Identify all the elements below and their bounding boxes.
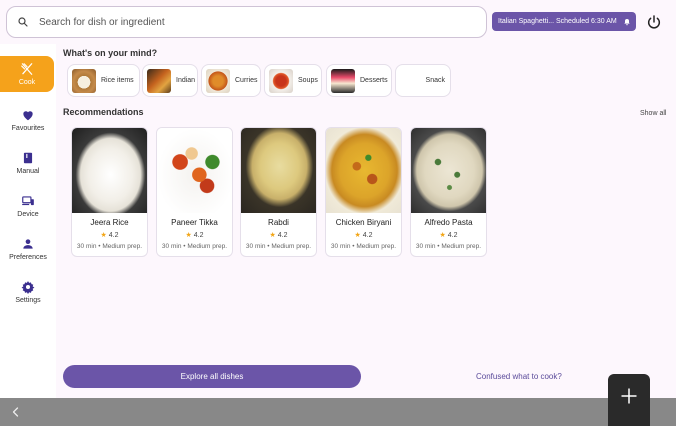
star-icon: ★ bbox=[185, 232, 192, 239]
search-input[interactable] bbox=[39, 16, 459, 28]
recipe-card-jeera-rice[interactable]: Jeera Rice ★ 4.2 30 min • Medium prep. bbox=[71, 127, 148, 257]
recipe-meta: 30 min • Medium prep. bbox=[76, 243, 143, 250]
devices-icon bbox=[22, 196, 34, 206]
desserts-thumbnail bbox=[331, 68, 355, 93]
category-chip-indian[interactable]: Indian bbox=[142, 64, 198, 97]
back-chevron-icon[interactable] bbox=[10, 405, 22, 419]
plus-icon bbox=[621, 388, 637, 404]
scheduled-dish-text: Italian Spaghetti... Scheduled 6:30 AM bbox=[498, 18, 617, 25]
sidebar-item-label: Favourites bbox=[11, 125, 45, 132]
scheduled-dish-badge[interactable]: Italian Spaghetti... Scheduled 6:30 AM bbox=[492, 12, 636, 31]
add-button[interactable] bbox=[608, 374, 650, 426]
sidebar-item-settings[interactable]: Settings bbox=[0, 274, 56, 310]
heart-icon bbox=[23, 111, 33, 121]
category-chip-rice-items[interactable]: Rice items bbox=[67, 64, 140, 97]
recipe-rating: ★ 4.2 bbox=[100, 232, 119, 239]
sidebar-item-label: Cook bbox=[18, 79, 36, 86]
recipe-card-rabdi[interactable]: Rabdi ★ 4.2 30 min • Medium prep. bbox=[240, 127, 317, 257]
sidebar-item-device[interactable]: Device bbox=[0, 188, 56, 224]
person-icon bbox=[23, 239, 33, 249]
category-chip-snack[interactable]: Snack bbox=[395, 64, 451, 97]
chip-label: Desserts bbox=[360, 77, 388, 84]
explore-all-dishes-button[interactable]: Explore all dishes bbox=[63, 365, 361, 388]
indian-thumbnail bbox=[147, 68, 171, 93]
star-icon: ★ bbox=[354, 232, 361, 239]
sidebar-item-preferences[interactable]: Preferences bbox=[0, 231, 56, 267]
confused-what-to-cook-link[interactable]: Confused what to cook? bbox=[476, 372, 562, 381]
categories-heading: What's on your mind? bbox=[63, 48, 158, 58]
category-chip-curries[interactable]: Curries bbox=[201, 64, 261, 97]
paneer-tikka-image bbox=[157, 128, 232, 213]
recipe-card-paneer-tikka[interactable]: Paneer Tikka ★ 4.2 30 min • Medium prep. bbox=[156, 127, 233, 257]
chicken-biryani-image bbox=[326, 128, 401, 213]
star-icon: ★ bbox=[100, 232, 107, 239]
chip-label: Rice items bbox=[101, 77, 134, 84]
recipe-rating: ★ 4.2 bbox=[269, 232, 288, 239]
recipe-meta: 30 min • Medium prep. bbox=[330, 243, 397, 250]
sidebar-item-label: Settings bbox=[15, 297, 41, 304]
sidebar-item-label: Device bbox=[17, 211, 39, 218]
chip-label: Soups bbox=[298, 77, 318, 84]
chip-label: Indian bbox=[176, 77, 196, 84]
recommendations-heading: Recommendations bbox=[63, 107, 144, 117]
sidebar: Cook Favourites Manual Device Preference… bbox=[0, 44, 56, 398]
show-all-link[interactable]: Show all bbox=[640, 110, 666, 117]
recipe-name: Paneer Tikka bbox=[171, 218, 218, 227]
star-icon: ★ bbox=[269, 232, 276, 239]
gear-icon bbox=[21, 281, 35, 294]
recipe-card-chicken-biryani[interactable]: Chicken Biryani ★ 4.2 30 min • Medium pr… bbox=[325, 127, 402, 257]
category-chip-desserts[interactable]: Desserts bbox=[326, 64, 392, 97]
sidebar-item-cook[interactable]: Cook bbox=[0, 56, 54, 92]
recipe-rating: ★ 4.2 bbox=[439, 232, 458, 239]
recipe-name: Chicken Biryani bbox=[335, 218, 392, 227]
search-icon bbox=[18, 17, 28, 27]
recipe-meta: 30 min • Medium prep. bbox=[245, 243, 312, 250]
recipe-name: Rabdi bbox=[268, 218, 289, 227]
sidebar-item-label: Manual bbox=[16, 168, 40, 175]
bell-icon bbox=[624, 18, 630, 25]
recipe-rating: ★ 4.2 bbox=[185, 232, 204, 239]
sidebar-item-favourites[interactable]: Favourites bbox=[0, 102, 56, 138]
alfredo-pasta-image bbox=[411, 128, 486, 213]
power-icon[interactable] bbox=[646, 14, 662, 30]
star-icon: ★ bbox=[439, 232, 446, 239]
rice-items-thumbnail bbox=[72, 68, 96, 93]
rabdi-image bbox=[241, 128, 316, 213]
book-icon bbox=[23, 152, 33, 164]
recipe-meta: 30 min • Medium prep. bbox=[161, 243, 228, 250]
category-chip-soups[interactable]: Soups bbox=[264, 64, 322, 97]
sidebar-item-label: Preferences bbox=[9, 254, 47, 261]
recipe-rating: ★ 4.2 bbox=[354, 232, 373, 239]
chip-label: Curries bbox=[235, 77, 258, 84]
fork-knife-icon bbox=[21, 63, 33, 75]
jeera-rice-image bbox=[72, 128, 147, 213]
search-bar[interactable] bbox=[6, 6, 487, 38]
recipe-card-alfredo-pasta[interactable]: Alfredo Pasta ★ 4.2 30 min • Medium prep… bbox=[410, 127, 487, 257]
sidebar-item-manual[interactable]: Manual bbox=[0, 145, 56, 181]
recipe-name: Jeera Rice bbox=[90, 218, 129, 227]
chip-label: Snack bbox=[425, 77, 445, 84]
curries-thumbnail bbox=[206, 68, 230, 93]
soups-thumbnail bbox=[269, 68, 293, 93]
recipe-name: Alfredo Pasta bbox=[424, 218, 473, 227]
system-navigation-bar bbox=[0, 398, 676, 426]
recipe-meta: 30 min • Medium prep. bbox=[415, 243, 482, 250]
